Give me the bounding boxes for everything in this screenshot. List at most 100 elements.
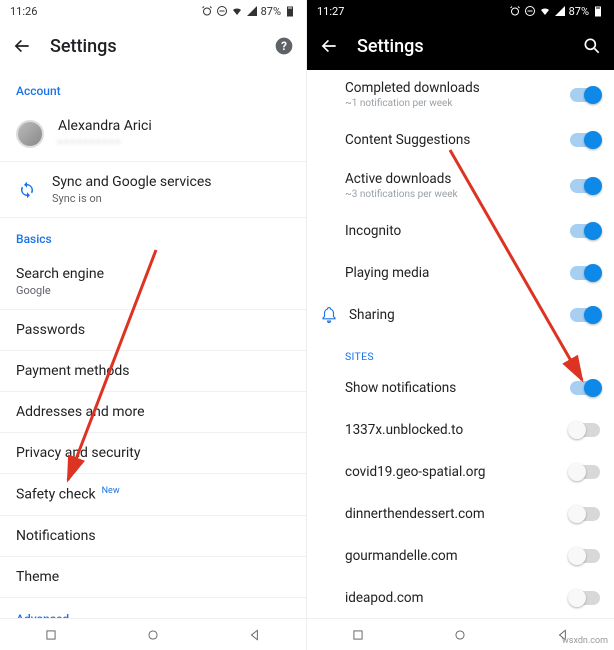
battery-pct: 87% — [261, 5, 281, 18]
privacy-row[interactable]: Privacy and security — [0, 433, 306, 474]
sync-row[interactable]: Sync and Google services Sync is on — [0, 162, 306, 218]
new-badge: New — [102, 486, 120, 496]
payment-label: Payment methods — [16, 363, 290, 379]
toggle[interactable] — [570, 381, 600, 395]
dnd-icon — [216, 5, 228, 17]
sharing-row[interactable]: Sharing — [307, 294, 614, 336]
safety-label: Safety checkNew — [16, 486, 290, 503]
row-label: Completed downloads — [345, 80, 560, 96]
battery-pct: 87% — [569, 5, 589, 18]
notifications-label: Notifications — [16, 528, 290, 544]
battery-icon — [592, 5, 604, 17]
toggle[interactable] — [570, 224, 600, 238]
show-notifications-row[interactable]: Show notifications — [307, 367, 614, 409]
nav-bar — [0, 618, 306, 650]
privacy-label: Privacy and security — [16, 445, 290, 461]
status-bar: 11:27 87% — [307, 0, 614, 22]
nav-home-icon[interactable] — [146, 628, 160, 642]
wifi-icon — [231, 5, 243, 17]
svg-text:?: ? — [281, 39, 287, 53]
nav-recent-icon[interactable] — [44, 628, 58, 642]
status-icons: 87% — [201, 5, 296, 18]
row-label: Sharing — [349, 307, 560, 323]
user-email: • • • • • • • • • • — [58, 136, 290, 149]
search-engine-label: Search engine — [16, 266, 290, 282]
theme-label: Theme — [16, 569, 290, 585]
status-time: 11:26 — [10, 5, 37, 18]
toggle[interactable] — [570, 507, 600, 521]
addresses-label: Addresses and more — [16, 404, 290, 420]
help-icon[interactable]: ? — [274, 36, 294, 56]
bell-icon — [319, 306, 339, 324]
section-account: Account — [0, 70, 306, 106]
site-label: 1337x.unblocked.to — [345, 422, 560, 438]
section-basics: Basics — [0, 218, 306, 254]
nav-home-icon[interactable] — [453, 628, 467, 642]
row-label: Show notifications — [345, 380, 560, 396]
playing-media-row[interactable]: Playing media — [307, 252, 614, 294]
phone-right: 11:27 87% Settings Completed downloads ~1… — [307, 0, 614, 650]
nav-back-icon[interactable] — [248, 628, 262, 642]
alarm-icon — [509, 5, 521, 17]
toggle[interactable] — [570, 465, 600, 479]
site-label: covid19.geo-spatial.org — [345, 464, 560, 480]
addresses-row[interactable]: Addresses and more — [0, 392, 306, 433]
header: Settings — [307, 22, 614, 70]
row-label: Content Suggestions — [345, 132, 560, 148]
row-sub: ~3 notifications per week — [345, 189, 560, 200]
content-suggestions-row[interactable]: Content Suggestions — [307, 119, 614, 161]
status-bar: 11:26 87% — [0, 0, 306, 22]
payment-row[interactable]: Payment methods — [0, 351, 306, 392]
notifications-row[interactable]: Notifications — [0, 516, 306, 557]
search-engine-sub: Google — [16, 284, 290, 297]
status-time: 11:27 — [317, 5, 344, 18]
phone-left: 11:26 87% Settings ? Account Alexandra A… — [0, 0, 307, 650]
toggle[interactable] — [570, 179, 600, 193]
alarm-icon — [201, 5, 213, 17]
site-row[interactable]: 1337x.unblocked.to — [307, 409, 614, 451]
site-row[interactable]: covid19.geo-spatial.org — [307, 451, 614, 493]
active-downloads-row[interactable]: Active downloads ~3 notifications per wee… — [307, 161, 614, 210]
section-advanced: Advanced — [0, 598, 306, 618]
theme-row[interactable]: Theme — [0, 557, 306, 598]
toggle[interactable] — [570, 423, 600, 437]
user-name: Alexandra Arici — [58, 118, 290, 134]
toggle[interactable] — [570, 266, 600, 280]
toggle[interactable] — [570, 549, 600, 563]
content: Completed downloads ~1 notification per w… — [307, 70, 614, 618]
toggle[interactable] — [570, 308, 600, 322]
site-label: dinnerthendessert.com — [345, 506, 560, 522]
avatar — [16, 120, 44, 148]
safety-row[interactable]: Safety checkNew — [0, 474, 306, 516]
dnd-icon — [524, 5, 536, 17]
battery-icon — [284, 5, 296, 17]
back-icon[interactable] — [12, 36, 32, 56]
sync-sub: Sync is on — [52, 192, 290, 205]
toggle[interactable] — [570, 591, 600, 605]
passwords-row[interactable]: Passwords — [0, 310, 306, 351]
site-row[interactable]: gourmandelle.com — [307, 535, 614, 577]
toggle[interactable] — [570, 133, 600, 147]
site-row[interactable]: ideapod.com — [307, 577, 614, 618]
sync-icon — [16, 181, 38, 199]
sync-label: Sync and Google services — [52, 174, 290, 190]
site-label: ideapod.com — [345, 590, 560, 606]
toggle[interactable] — [570, 88, 600, 102]
row-sub: ~1 notification per week — [345, 98, 560, 109]
user-row[interactable]: Alexandra Arici • • • • • • • • • • — [0, 106, 306, 162]
watermark: wsxdn.com — [562, 636, 608, 646]
sites-header: SITES — [307, 336, 614, 367]
completed-downloads-row[interactable]: Completed downloads ~1 notification per w… — [307, 70, 614, 119]
incognito-row[interactable]: Incognito — [307, 210, 614, 252]
search-icon[interactable] — [582, 36, 602, 56]
signal-icon — [554, 5, 566, 17]
signal-icon — [246, 5, 258, 17]
nav-recent-icon[interactable] — [351, 628, 365, 642]
search-engine-row[interactable]: Search engine Google — [0, 254, 306, 310]
page-title: Settings — [50, 36, 256, 57]
page-title: Settings — [357, 36, 564, 57]
site-row[interactable]: dinnerthendessert.com — [307, 493, 614, 535]
back-icon[interactable] — [319, 36, 339, 56]
header: Settings ? — [0, 22, 306, 70]
row-label: Active downloads — [345, 171, 560, 187]
